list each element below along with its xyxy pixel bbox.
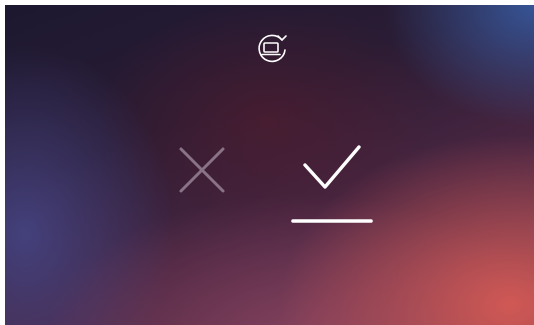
screen-rotate-icon[interactable] [252, 31, 290, 67]
checkmark-icon [303, 145, 361, 189]
close-x-icon [179, 147, 225, 193]
screen-background [5, 5, 534, 325]
confirm-button[interactable] [291, 141, 375, 227]
cancel-button[interactable] [175, 143, 229, 197]
